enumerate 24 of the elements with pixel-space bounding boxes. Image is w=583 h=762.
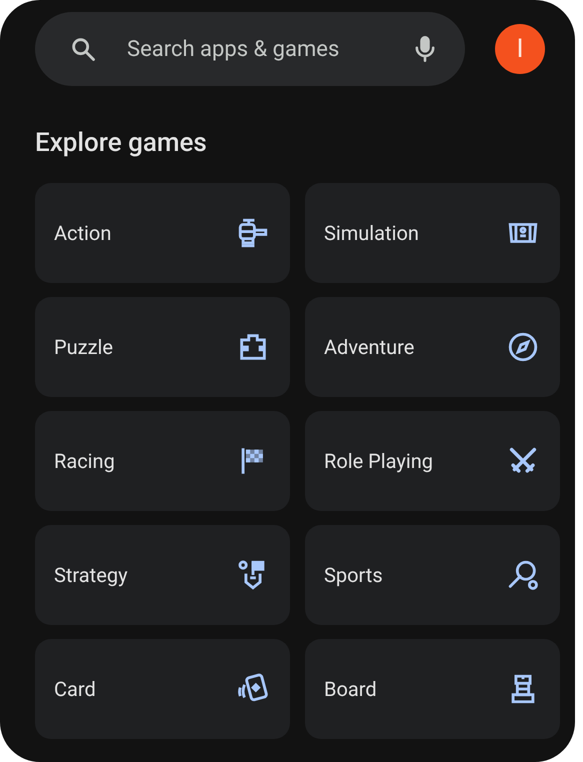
category-label: Action	[54, 221, 112, 245]
category-card[interactable]: Board	[305, 639, 560, 739]
category-card[interactable]: Action	[35, 183, 290, 283]
category-label: Card	[54, 677, 96, 701]
category-label: Simulation	[324, 221, 419, 245]
search-input[interactable]: Search apps & games	[125, 36, 383, 62]
category-card[interactable]: Sports	[305, 525, 560, 625]
category-card[interactable]: Strategy	[35, 525, 290, 625]
category-card[interactable]: Racing	[35, 411, 290, 511]
category-card[interactable]: Adventure	[305, 297, 560, 397]
category-label: Strategy	[54, 563, 128, 587]
section-title: Explore games	[35, 128, 208, 158]
category-label: Role Playing	[324, 449, 433, 473]
category-label: Puzzle	[54, 335, 113, 359]
racket-icon	[506, 558, 540, 592]
category-label: Board	[324, 677, 377, 701]
compass-icon	[506, 330, 540, 364]
category-label: Sports	[324, 563, 383, 587]
category-card[interactable]: Card	[35, 639, 290, 739]
category-card[interactable]: Role Playing	[305, 411, 560, 511]
category-label: Racing	[54, 449, 115, 473]
category-label: Adventure	[324, 335, 414, 359]
category-card[interactable]: Puzzle	[35, 297, 290, 397]
category-card[interactable]: Simulation	[305, 183, 560, 283]
